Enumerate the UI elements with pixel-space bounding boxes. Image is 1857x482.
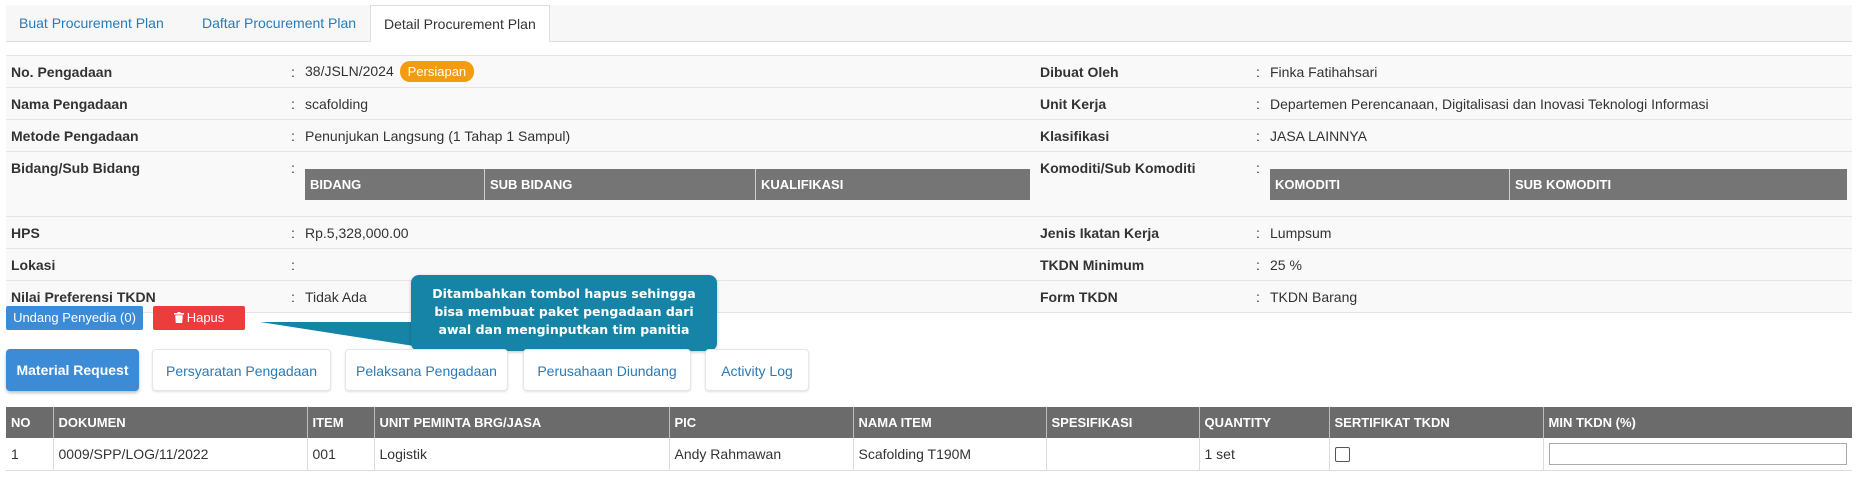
cell-dokumen: 0009/SPP/LOG/11/2022 [53,438,308,471]
metode-pengadaan-label: Metode Pengadaan [6,119,286,152]
klasifikasi-value: JASA LAINNYA [1265,119,1852,152]
metode-pengadaan-value: Penunjukan Langsung (1 Tahap 1 Sampul) [300,119,1035,152]
tab-bar: Buat Procurement Plan Daftar Procurement… [6,5,1852,42]
cell-pic: Andy Rahmawan [669,438,854,471]
hapus-label: Hapus [186,310,225,325]
min-tkdn-input[interactable] [1548,443,1847,465]
dibuat-oleh-value: Finka Fatihahsari [1265,55,1852,88]
cell-min-tkdn [1543,438,1852,471]
column-header-dokumen: DOKUMEN [53,407,308,438]
column-header-pic: PIC [669,407,854,438]
form-tkdn-value: TKDN Barang [1265,280,1852,313]
tab-pelaksana-pengadaan[interactable]: Pelaksana Pengadaan [345,349,508,391]
bidang-cell: BIDANG SUB BIDANG KUALIFIKASI [300,151,1035,217]
detail-row: Nama Pengadaan : scafolding Unit Kerja :… [6,87,1852,120]
tab-activity-log[interactable]: Activity Log [705,349,809,391]
separator: : [286,151,300,217]
tab-persyaratan-pengadaan[interactable]: Persyaratan Pengadaan [152,349,331,391]
nama-pengadaan-value: scafolding [300,87,1035,120]
column-header-min-tkdn: MIN TKDN (%) [1543,407,1852,438]
tab-daftar-procurement-plan[interactable]: Daftar Procurement Plan [189,5,369,41]
trash-icon [173,312,184,323]
status-badge: Persiapan [399,61,475,82]
bidang-label: Bidang/Sub Bidang [6,151,286,217]
separator: : [286,216,300,249]
hapus-button[interactable]: Hapus [153,306,245,330]
separator: : [1251,55,1265,88]
nama-pengadaan-label: Nama Pengadaan [6,87,286,120]
hps-value: Rp.5,328,000.00 [300,216,1035,249]
table-header-row: NO DOKUMEN ITEM UNIT PEMINTA BRG/JASA PI… [6,407,1852,438]
form-tkdn-label: Form TKDN [1035,280,1251,313]
cell-quantity: 1 set [1199,438,1330,471]
column-header-item: ITEM [307,407,375,438]
page: Buat Procurement Plan Daftar Procurement… [0,0,1857,482]
callout-line: awal dan menginputkan tim panitia [438,322,690,337]
annotation-callout: Ditambahkan tombol hapus sehingga bisa m… [411,275,717,351]
cell-spesifikasi [1046,438,1200,471]
komoditi-column-header: KOMODITI [1270,168,1510,200]
kualifikasi-column-header: KUALIFIKASI [761,176,844,192]
separator: : [286,119,300,152]
cell-sertifikat-tkdn [1329,438,1544,471]
unit-kerja-value: Departemen Perencanaan, Digitalisasi dan… [1265,87,1852,120]
separator: : [286,248,300,281]
komoditi-subtable-header: KOMODITI SUB KOMODITI [1270,168,1847,200]
sub-komoditi-column-header: SUB KOMODITI [1515,176,1612,192]
no-pengadaan-value: 38/JSLN/2024 [305,63,394,79]
table-row: 1 0009/SPP/LOG/11/2022 001 Logistik Andy… [6,438,1852,471]
column-header-nama-item: NAMA ITEM [853,407,1047,438]
detail-row: Bidang/Sub Bidang : BIDANG SUB BIDANG KU… [6,151,1852,217]
sertifikat-tkdn-checkbox[interactable] [1334,447,1350,463]
column-header-unit-peminta: UNIT PEMINTA BRG/JASA [374,407,670,438]
separator: : [1251,119,1265,152]
cell-no: 1 [6,438,54,471]
material-request-table: NO DOKUMEN ITEM UNIT PEMINTA BRG/JASA PI… [6,407,1852,471]
callout-line: Ditambahkan tombol hapus sehingga [432,286,696,301]
tkdn-minimum-label: TKDN Minimum [1035,248,1251,281]
tab-perusahaan-diundang[interactable]: Perusahaan Diundang [523,349,691,391]
column-header-quantity: QUANTITY [1199,407,1330,438]
cell-unit-peminta: Logistik [374,438,670,471]
bidang-subtable-header: BIDANG SUB BIDANG KUALIFIKASI [305,168,1030,200]
column-header-spesifikasi: SPESIFIKASI [1046,407,1200,438]
dibuat-oleh-label: Dibuat Oleh [1035,55,1251,88]
tab-detail-procurement-plan[interactable]: Detail Procurement Plan [370,5,550,42]
column-header-sertifikat-tkdn: SERTIFIKAT TKDN [1329,407,1544,438]
column-header-no: NO [6,407,54,438]
klasifikasi-label: Klasifikasi [1035,119,1251,152]
callout-line: bisa membuat paket pengadaan dari [434,304,694,319]
tkdn-minimum-value: 25 % [1265,248,1852,281]
separator: : [1251,280,1265,313]
procurement-detail-table: No. Pengadaan : 38/JSLN/2024 Persiapan D… [6,55,1852,313]
lokasi-label: Lokasi [6,248,286,281]
detail-row: Metode Pengadaan : Penunjukan Langsung (… [6,119,1852,152]
separator: : [1251,216,1265,249]
no-pengadaan-cell: 38/JSLN/2024 Persiapan [300,55,1035,88]
detail-row: Lokasi : TKDN Minimum : 25 % [6,248,1852,281]
no-pengadaan-label: No. Pengadaan [6,55,286,88]
komoditi-cell: KOMODITI SUB KOMODITI [1265,151,1852,217]
tab-material-request[interactable]: Material Request [6,349,139,391]
tab-buat-procurement-plan[interactable]: Buat Procurement Plan [6,5,177,41]
detail-row: Nilai Preferensi TKDN : Tidak Ada Form T… [6,280,1852,313]
detail-row: HPS : Rp.5,328,000.00 Jenis Ikatan Kerja… [6,216,1852,249]
separator: : [1251,87,1265,120]
separator: : [286,55,300,88]
unit-kerja-label: Unit Kerja [1035,87,1251,120]
komoditi-label: Komoditi/Sub Komoditi [1035,151,1251,217]
separator: : [1251,151,1265,217]
undang-penyedia-button[interactable]: Undang Penyedia (0) [6,306,143,330]
jenis-ikatan-kerja-label: Jenis Ikatan Kerja [1035,216,1251,249]
jenis-ikatan-kerja-value: Lumpsum [1265,216,1852,249]
hps-label: HPS [6,216,286,249]
separator: : [1251,248,1265,281]
sub-bidang-column-header: SUB BIDANG [485,168,756,200]
cell-nama-item: Scafolding T190M [853,438,1047,471]
cell-item: 001 [307,438,375,471]
separator: : [286,87,300,120]
separator: : [286,280,300,313]
bidang-column-header: BIDANG [305,168,485,200]
detail-row: No. Pengadaan : 38/JSLN/2024 Persiapan D… [6,55,1852,88]
